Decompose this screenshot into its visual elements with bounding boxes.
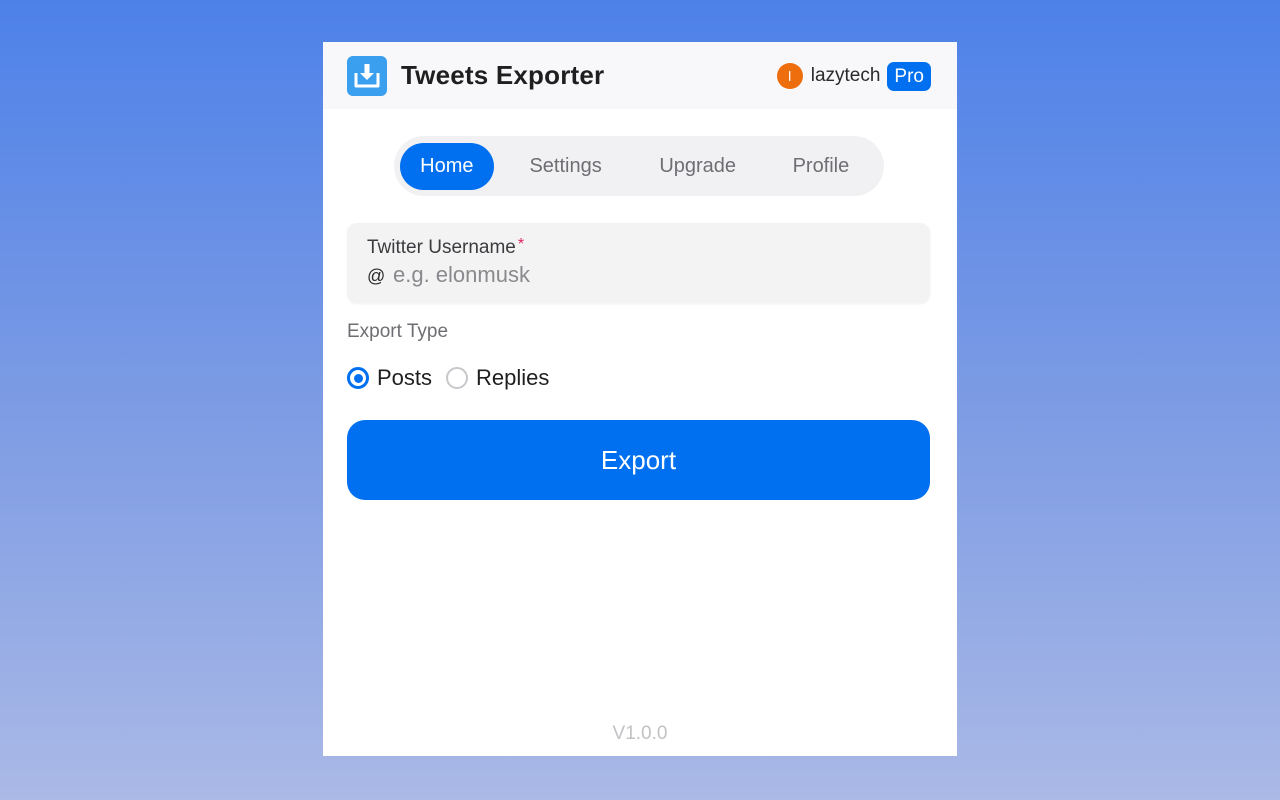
username-input[interactable] [393, 259, 913, 291]
export-type-radio-group: Posts Replies [347, 363, 563, 393]
required-mark: * [517, 236, 525, 253]
radio-label-posts[interactable]: Posts [377, 365, 432, 391]
username: lazytech [810, 65, 881, 86]
header: Tweets Exporter l lazytech Pro [323, 42, 957, 109]
twitter-username-field[interactable]: Twitter Username * @ [347, 223, 930, 303]
radio-posts[interactable] [347, 367, 369, 389]
tab-settings[interactable]: Settings [494, 143, 638, 190]
download-tray-icon [347, 56, 387, 96]
extension-popup: Tweets Exporter l lazytech Pro Home Sett… [323, 42, 957, 756]
field-label-text: Twitter Username [367, 237, 516, 258]
radio-label-replies[interactable]: Replies [476, 365, 549, 391]
radio-replies[interactable] [446, 367, 469, 389]
user-info[interactable]: l lazytech Pro [776, 61, 931, 91]
avatar[interactable]: l [776, 63, 803, 89]
radio-option-replies[interactable]: Replies [446, 365, 549, 391]
pro-badge: Pro [887, 61, 931, 91]
app-title: Tweets Exporter [401, 60, 605, 90]
version-label: V1.0.0 [612, 723, 668, 744]
at-prefix: @ [367, 266, 386, 286]
field-label: Twitter Username * [367, 236, 525, 259]
export-type-label: Export Type [347, 321, 449, 342]
radio-option-posts[interactable]: Posts [347, 365, 432, 391]
tab-bar: Home Settings Upgrade Profile [394, 136, 884, 196]
tab-profile[interactable]: Profile [758, 143, 884, 190]
tab-upgrade[interactable]: Upgrade [638, 143, 758, 190]
export-button[interactable]: Export [347, 420, 930, 500]
tab-home[interactable]: Home [400, 142, 494, 190]
